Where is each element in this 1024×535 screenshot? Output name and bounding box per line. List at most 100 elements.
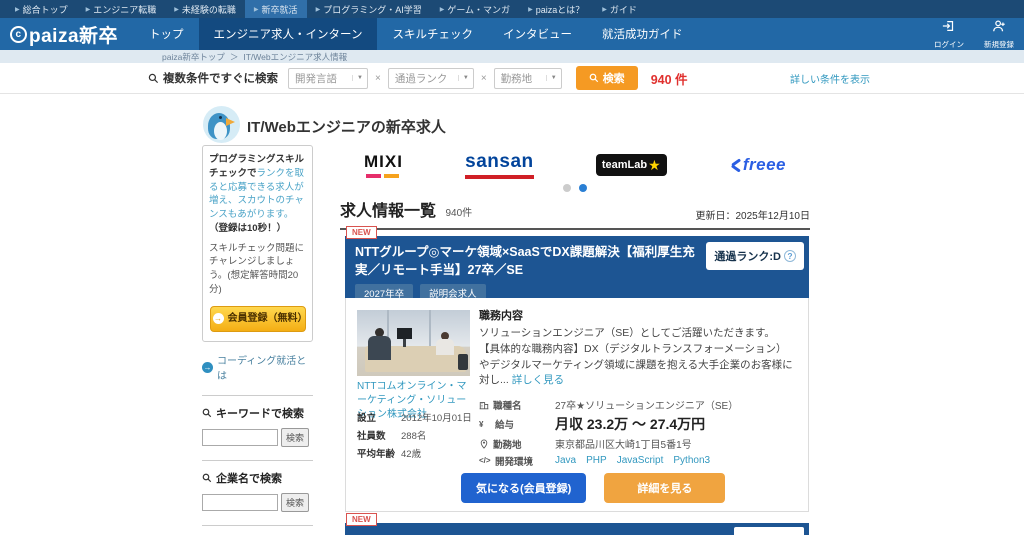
utility-nav-item-about-paiza[interactable]: ▶ paizaとは？ xyxy=(519,0,593,18)
new-badge: NEW xyxy=(346,226,377,239)
carousel-dots xyxy=(340,184,810,192)
env-php-link[interactable]: PHP xyxy=(586,455,607,466)
sidebar: プログラミングスキルチェックでランクを取ると応募できる求人が増え、スカウトのチャ… xyxy=(202,145,313,535)
view-details-button[interactable]: 詳細を見る xyxy=(604,473,726,503)
mixi-logo[interactable]: MIXI xyxy=(364,152,403,178)
new-badge: NEW xyxy=(346,513,377,526)
login-button[interactable]: ログイン xyxy=(924,18,974,50)
search-icon xyxy=(589,73,598,83)
company-search-button[interactable]: 検索 xyxy=(281,493,310,513)
env-java-link[interactable]: Java xyxy=(555,455,576,466)
carousel-dot-1[interactable] xyxy=(563,184,571,192)
teamlab-logo[interactable]: teamLab ★ xyxy=(595,154,667,176)
carousel-dot-2[interactable] xyxy=(579,184,587,192)
search-button[interactable]: 検索 xyxy=(575,66,638,90)
keyword-search-section: キーワードで検索 検索 xyxy=(202,395,313,448)
tab-jobs-intern[interactable]: エンジニア求人・インターン xyxy=(198,18,378,50)
triangle-icon: ▶ xyxy=(253,6,259,13)
utility-nav: ▶ 総合トップ ▶ エンジニア転職 ▶ 未経験の転職 ▶ 新卒就活 ▶ プログラミング・A… xyxy=(0,0,1024,18)
utility-nav-item-shinsotsu[interactable]: ▶ 新卒就活 xyxy=(244,0,307,18)
updated-date: 更新日：2025年12月10日 xyxy=(695,211,811,222)
register-button[interactable]: → 会員登録（無料） xyxy=(209,305,308,333)
yen-icon: ¥ xyxy=(479,419,484,429)
freee-swallow-icon xyxy=(729,159,741,171)
paiza-mascot-icon xyxy=(203,106,240,143)
freee-logo[interactable]: freee xyxy=(729,155,786,175)
building-icon xyxy=(479,401,489,409)
skill-check-promo-box: プログラミングスキルチェックでランクを取ると応募できる求人が増え、スカウトのチャ… xyxy=(202,145,313,343)
rank-select[interactable]: 通過ランク ▼ xyxy=(387,67,474,89)
utility-nav-item-engineer-tenshoku[interactable]: ▶ エンジニア転職 xyxy=(77,0,166,18)
job-description: ソリューションエンジニア（SE）としてご活躍いただきます。 【具体的な職務内容】… xyxy=(479,327,793,387)
breadcrumb-home[interactable]: paiza新卒トップ xyxy=(162,51,225,63)
job-card: NEW NTTグループ◎マーケ領域×SaaSでDX課題解決【福利厚生充実／リモー… xyxy=(345,226,809,512)
keyword-search-input[interactable] xyxy=(202,429,278,447)
fact-founded: 設立 2012年10月01日 xyxy=(357,413,472,424)
utility-nav-item-general-top[interactable]: ▶ 総合トップ xyxy=(6,0,77,18)
tab-success-guide[interactable]: 就活成功ガイド xyxy=(587,18,698,50)
keyword-search-button[interactable]: 検索 xyxy=(281,428,310,448)
job-card-header: NTTグループ◎マーケ領域×SaaSでDX課題解決【福利厚生充実／リモート手当】… xyxy=(345,236,809,302)
row-salary: ¥ 給与 月収 23.2万 ～ 27.4万円 xyxy=(479,416,706,432)
triangle-icon: ▶ xyxy=(439,6,445,13)
breadcrumb: paiza新卒トップ ＞ IT/Webエンジニア求人情報 xyxy=(0,50,1024,63)
star-icon: ★ xyxy=(648,157,661,173)
filter-bar-label: 複数条件ですぐに検索 xyxy=(148,70,278,86)
paiza-shinsotsu-page: ▶ 総合トップ ▶ エンジニア転職 ▶ 未経験の転職 ▶ 新卒就活 ▶ プログラミング・A… xyxy=(0,0,1024,535)
list-title: 求人情報一覧 xyxy=(340,203,437,220)
like-button[interactable]: 気になる(会員登録) xyxy=(461,473,587,503)
code-icon: </> xyxy=(479,456,491,465)
row-dev-environment: </> 開発環境 Java PHP JavaScript Python3 xyxy=(479,455,711,468)
sansan-logo-bar xyxy=(465,175,534,179)
coding-shukatsu-link[interactable]: → コーディング就活とは xyxy=(202,352,313,382)
search-icon xyxy=(148,73,159,83)
utility-nav-item-game-manga[interactable]: ▶ ゲーム・マンガ xyxy=(431,0,519,18)
pass-rank-badge xyxy=(734,527,804,535)
utility-nav-item-programming-ai[interactable]: ▶ プログラミング・AI学習 xyxy=(307,0,431,18)
arrow-circle-icon: → xyxy=(212,313,224,325)
multiply-separator: × xyxy=(480,72,487,84)
sansan-logo[interactable]: sansan xyxy=(465,151,534,179)
tab-top[interactable]: トップ xyxy=(134,18,199,50)
paiza-logo-icon: c xyxy=(10,25,27,43)
utility-nav-item-mikeiken[interactable]: ▶ 未経験の転職 xyxy=(165,0,245,18)
tab-interview[interactable]: インタビュー xyxy=(488,18,587,50)
chevron-down-icon: ▼ xyxy=(545,75,557,81)
triangle-icon: ▶ xyxy=(15,6,20,13)
quick-filter-bar: 複数条件ですぐに検索 開発言語 ▼ × 通過ランク ▼ × 勤務地 ▼ 検索 940 … xyxy=(0,63,1024,94)
job-title-link[interactable]: NTTグループ◎マーケ領域×SaaSでDX課題解決【福利厚生充実／リモート手当】… xyxy=(355,244,705,279)
company-search-input[interactable] xyxy=(202,494,278,512)
multiply-separator: × xyxy=(375,72,381,84)
triangle-icon: ▶ xyxy=(315,6,321,13)
fact-employees: 社員数 288名 xyxy=(357,431,427,443)
triangle-icon: ▶ xyxy=(602,6,607,13)
search-icon xyxy=(202,473,212,483)
tab-skill-check[interactable]: スキルチェック xyxy=(377,18,488,50)
env-python3-link[interactable]: Python3 xyxy=(673,455,710,466)
company-search-section: 企業名で検索 検索 xyxy=(202,460,313,513)
job-description-title: 職務内容 xyxy=(479,310,523,322)
help-icon[interactable]: ? xyxy=(784,250,796,262)
location-select[interactable]: 勤務地 ▼ xyxy=(493,67,562,89)
nav-right-group: ログイン 新規登録 xyxy=(924,18,1024,50)
mixi-logo-bars xyxy=(366,174,399,178)
job-card-next: NEW xyxy=(345,513,809,535)
triangle-icon: ▶ xyxy=(174,6,179,13)
list-count: 940件 xyxy=(445,208,473,219)
paiza-logo[interactable]: c paiza新卒 xyxy=(0,18,134,50)
language-select[interactable]: 開発言語 ▼ xyxy=(288,67,368,89)
utility-nav-item-guide[interactable]: ▶ ガイド xyxy=(593,0,646,18)
rank-filter-section: 通過ランクで絞る Sランクの求人 Aランクの求人 Bランクの求人 Cランクの求人 xyxy=(202,525,313,535)
detailed-conditions-link[interactable]: 詳しい条件を表示 xyxy=(790,71,870,86)
env-javascript-link[interactable]: JavaScript xyxy=(617,455,664,466)
content-area: IT/Webエンジニアの新卒求人 プログラミングスキルチェックでランクを取ると応… xyxy=(0,94,1024,535)
read-more-link[interactable]: 詳しく見る xyxy=(512,374,565,386)
main-nav: c paiza新卒 トップ エンジニア求人・インターン スキルチェック インタビュ… xyxy=(0,18,1024,50)
page-title: IT/Webエンジニアの新卒求人 xyxy=(247,119,446,136)
result-count: 940 件 xyxy=(650,72,688,87)
job-list-header: 求人情報一覧 940件 更新日：2025年12月10日 xyxy=(340,197,810,230)
company-photo[interactable] xyxy=(357,310,470,376)
job-card-header xyxy=(345,523,809,535)
signup-button[interactable]: 新規登録 xyxy=(974,18,1024,50)
pass-rank-badge: 通過ランク:D ? xyxy=(706,242,804,270)
